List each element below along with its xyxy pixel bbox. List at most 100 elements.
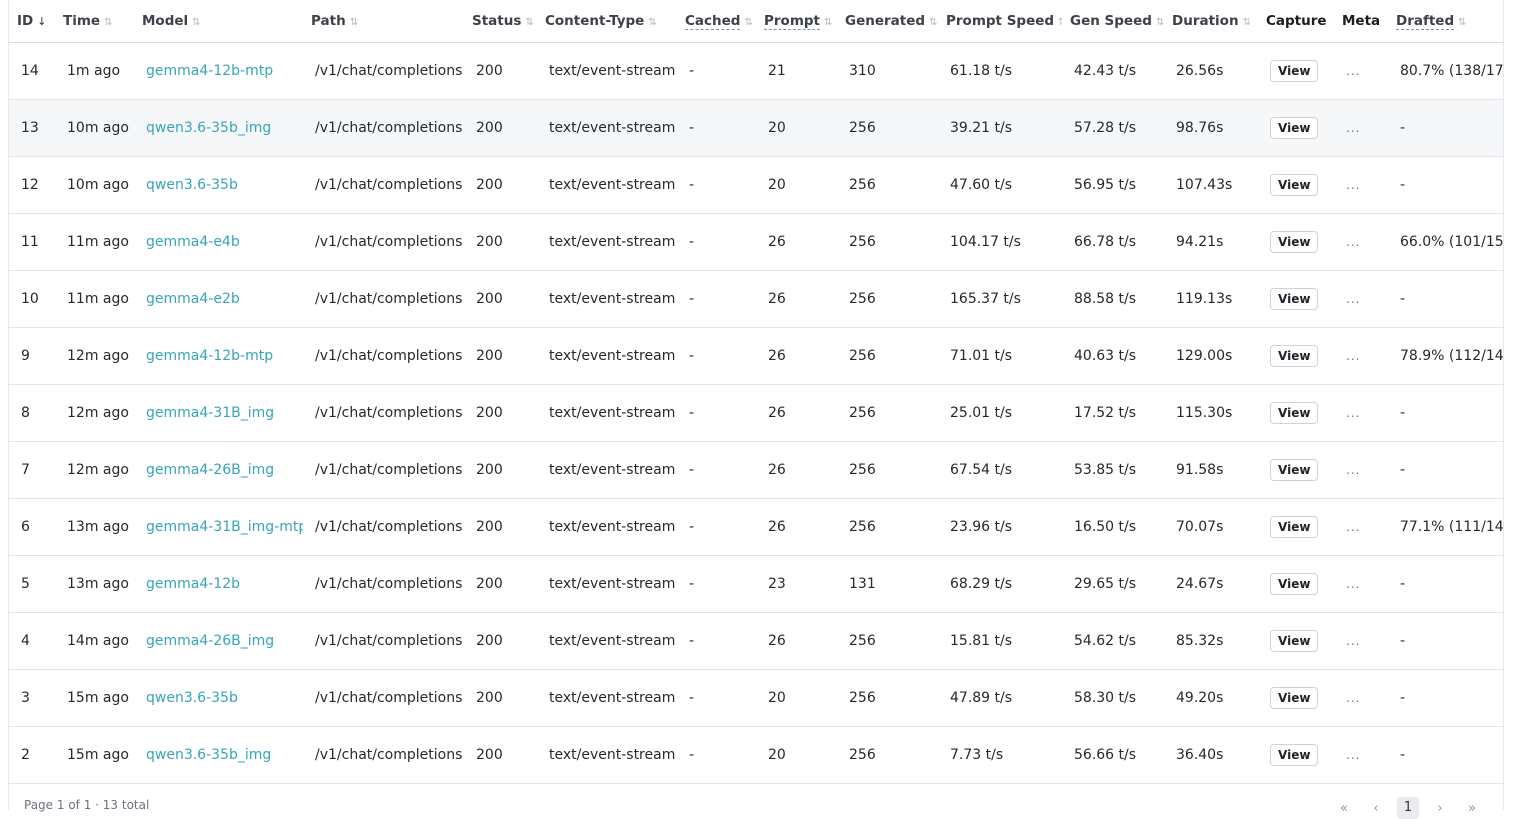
meta-ellipsis[interactable]: ... [1334,384,1388,441]
meta-ellipsis[interactable]: ... [1334,555,1388,612]
cell-generated: 256 [849,689,876,706]
cell-id: 11 [21,233,39,250]
sort-icon: ⇅ [1242,16,1251,28]
col-header-model[interactable]: Model ⇅ [134,0,303,42]
table-row[interactable]: 14 1m ago gemma4-12b-mtp/v1/chat/completio… [9,42,1503,99]
cell-time: 15m ago [67,689,129,706]
model-link[interactable]: gemma4-31B_img-mtp [146,519,303,535]
view-capture-button[interactable]: View [1270,458,1319,481]
model-link[interactable]: qwen3.6-35b [146,177,238,193]
cell-generated: 256 [849,119,876,136]
sort-icon: ⇅ [525,16,534,28]
col-header-content-type[interactable]: Content-Type ⇅ [537,0,677,42]
col-label: Time [63,12,101,29]
cell-id: 6 [21,518,30,535]
meta-ellipsis[interactable]: ... [1334,327,1388,384]
cell-cached: - [689,290,695,307]
table-row[interactable]: 10 11m ago gemma4-e2b/v1/chat/completions 2… [9,270,1503,327]
view-capture-button[interactable]: View [1270,686,1319,709]
view-capture-button[interactable]: View [1270,287,1319,310]
meta-ellipsis[interactable]: ... [1334,612,1388,669]
prev-page-icon[interactable]: ‹ [1365,801,1387,816]
cell-content-type: text/event-stream [549,575,676,592]
view-capture-button[interactable]: View [1270,515,1319,538]
cell-time: 14m ago [67,632,129,649]
meta-ellipsis[interactable]: ... [1334,213,1388,270]
model-link[interactable]: qwen3.6-35b_img [146,747,271,763]
col-header-generated[interactable]: Generated ⇅ [837,0,938,42]
meta-ellipsis[interactable]: ... [1334,99,1388,156]
cell-gen-speed: 53.85 t/s [1074,461,1137,478]
model-link[interactable]: qwen3.6-35b [146,690,238,706]
sort-icon: ⇅ [1155,16,1164,28]
table-row[interactable]: 8 12m ago gemma4-31B_img/v1/chat/completio… [9,384,1503,441]
model-link[interactable]: gemma4-26B_img [146,633,274,649]
table-row[interactable]: 3 15m ago qwen3.6-35b/v1/chat/completions 2… [9,669,1503,726]
meta-ellipsis[interactable]: ... [1334,270,1388,327]
meta-ellipsis[interactable]: ... [1334,498,1388,555]
table-row[interactable]: 2 15m ago qwen3.6-35b_img/v1/chat/completi… [9,726,1503,783]
col-header-drafted[interactable]: Drafted ⇅ [1388,0,1503,42]
cell-prompt: 26 [768,290,786,307]
view-capture-button[interactable]: View [1270,401,1319,424]
col-header-prompt-speed[interactable]: Prompt Speed⇅ [938,0,1062,42]
view-capture-button[interactable]: View [1270,173,1319,196]
meta-ellipsis[interactable]: ... [1334,156,1388,213]
table-row[interactable]: 13 10m ago qwen3.6-35b_img/v1/chat/complet… [9,99,1503,156]
col-header-time[interactable]: Time ⇅ [55,0,134,42]
col-header-gen-speed[interactable]: Gen Speed ⇅ [1062,0,1164,42]
col-label: Drafted [1396,12,1455,30]
cell-duration: 91.58s [1176,461,1224,478]
cell-time: 11m ago [67,290,129,307]
sort-icon: ⇅ [648,16,657,28]
view-capture-button[interactable]: View [1270,344,1319,367]
cell-id: 7 [21,461,30,478]
cell-generated: 310 [849,62,876,79]
first-page-icon[interactable]: « [1333,801,1355,816]
meta-ellipsis[interactable]: ... [1334,669,1388,726]
view-capture-button[interactable]: View [1270,572,1319,595]
col-header-status[interactable]: Status ⇅ [464,0,537,42]
cell-prompt-speed: 71.01 t/s [950,347,1013,364]
table-row[interactable]: 9 12m ago gemma4-12b-mtp/v1/chat/completio… [9,327,1503,384]
meta-ellipsis[interactable]: ... [1334,726,1388,783]
table-row[interactable]: 6 13m ago gemma4-31B_img-mtp/v1/chat/compl… [9,498,1503,555]
model-link[interactable]: gemma4-e2b [146,291,240,307]
table-row[interactable]: 5 13m ago gemma4-12b/v1/chat/completions 20… [9,555,1503,612]
col-header-path[interactable]: Path ⇅ [303,0,464,42]
model-link[interactable]: gemma4-31B_img [146,405,274,421]
model-link[interactable]: gemma4-12b-mtp [146,348,273,364]
cell-prompt-speed: 165.37 t/s [950,290,1021,307]
cell-duration: 70.07s [1176,518,1224,535]
sort-icon: ⇅ [104,16,113,28]
last-page-icon[interactable]: » [1461,801,1483,816]
cell-path: /v1/chat/completions [315,689,463,706]
view-capture-button[interactable]: View [1270,59,1319,82]
cell-duration: 24.67s [1176,575,1224,592]
table-row[interactable]: 11 11m ago gemma4-e4b/v1/chat/completions 2… [9,213,1503,270]
cell-model: gemma4-31B_img-mtp [134,498,303,555]
view-capture-button[interactable]: View [1270,116,1319,139]
col-header-duration[interactable]: Duration ⇅ [1164,0,1258,42]
col-header-prompt[interactable]: Prompt ⇅ [756,0,837,42]
col-header-cached[interactable]: Cached ⇅ [677,0,756,42]
cell-content-type: text/event-stream [549,233,676,250]
view-capture-button[interactable]: View [1270,629,1319,652]
model-link[interactable]: gemma4-26B_img [146,462,274,478]
model-link[interactable]: gemma4-e4b [146,234,240,250]
table-row[interactable]: 7 12m ago gemma4-26B_img/v1/chat/completio… [9,441,1503,498]
meta-ellipsis[interactable]: ... [1334,42,1388,99]
cell-id: 3 [21,689,30,706]
view-capture-button[interactable]: View [1270,230,1319,253]
next-page-icon[interactable]: › [1429,801,1451,816]
col-header-id[interactable]: ID ↓ [9,0,55,42]
cell-path: /v1/chat/completions [315,347,463,364]
model-link[interactable]: qwen3.6-35b_img [146,120,271,136]
table-row[interactable]: 12 10m ago qwen3.6-35b/v1/chat/completions… [9,156,1503,213]
meta-ellipsis[interactable]: ... [1334,441,1388,498]
view-capture-button[interactable]: View [1270,743,1319,766]
model-link[interactable]: gemma4-12b [146,576,240,592]
current-page-button[interactable]: 1 [1397,797,1419,819]
table-row[interactable]: 4 14m ago gemma4-26B_img/v1/chat/completio… [9,612,1503,669]
model-link[interactable]: gemma4-12b-mtp [146,63,273,79]
